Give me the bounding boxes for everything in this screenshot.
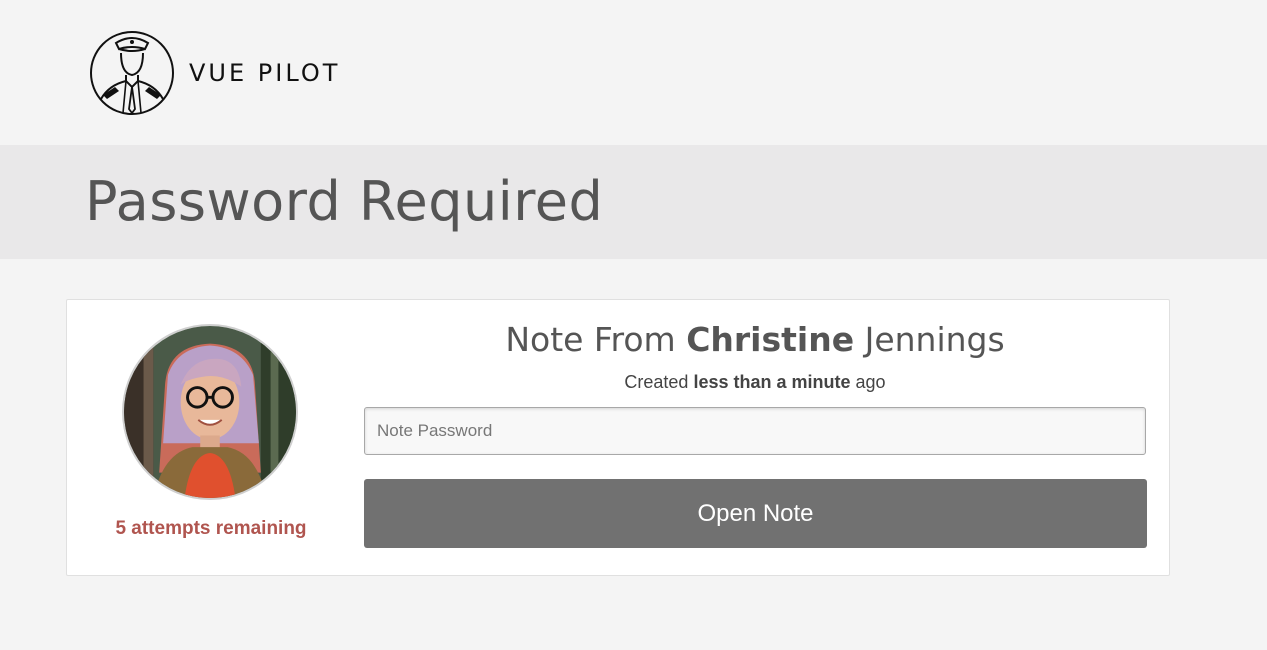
- pilot-logo-icon: [90, 31, 174, 115]
- site-header: VUE PILOT: [0, 0, 1267, 145]
- created-timestamp: Created less than a minute ago: [364, 372, 1146, 393]
- note-card: 5 attempts remaining Note From Christine…: [66, 299, 1170, 576]
- created-relative: less than a minute: [693, 372, 851, 392]
- open-note-button[interactable]: Open Note: [364, 479, 1147, 548]
- brand-name: VUE PILOT: [189, 59, 341, 87]
- brand-logo[interactable]: VUE PILOT: [89, 29, 340, 117]
- created-prefix: Created: [624, 372, 689, 392]
- avatar: [122, 324, 298, 500]
- sender-first-name: Christine: [686, 320, 855, 359]
- note-heading-prefix: Note From: [505, 320, 676, 359]
- sender-photo: [124, 326, 296, 498]
- created-suffix: ago: [855, 372, 886, 392]
- page-title: Password Required: [85, 170, 604, 233]
- attempts-remaining: 5 attempts remaining: [115, 518, 307, 539]
- note-heading: Note From Christine Jennings: [364, 320, 1146, 359]
- note-password-input[interactable]: [364, 407, 1146, 455]
- sender-last-name: Jennings: [864, 320, 1005, 359]
